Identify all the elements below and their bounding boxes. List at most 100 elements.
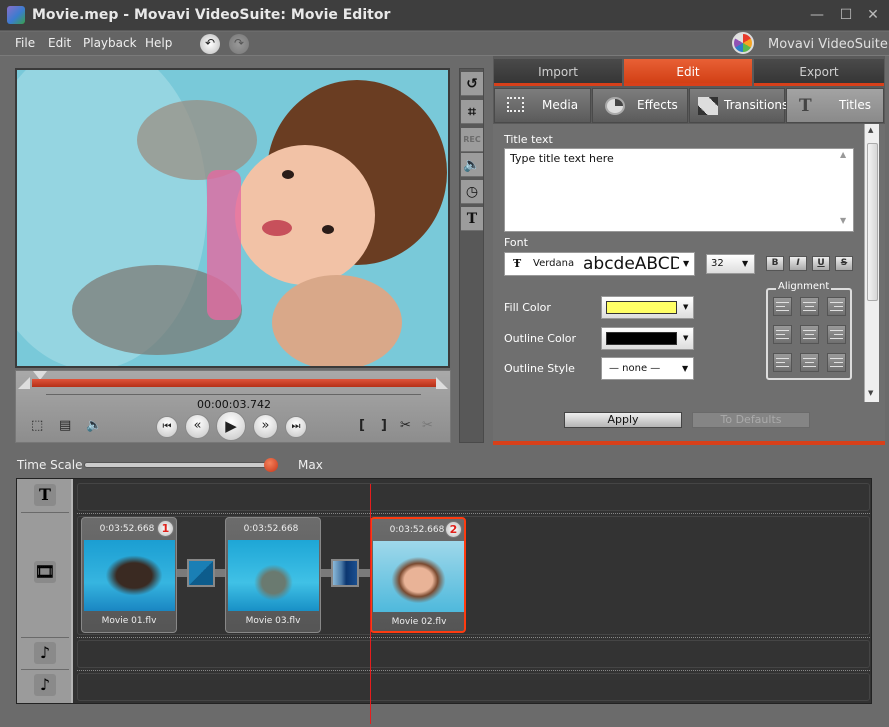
speed-button[interactable]: ◷ xyxy=(461,180,483,204)
clip-2[interactable]: 0:03:52.668 Movie 03.flv xyxy=(225,517,321,633)
play-button[interactable]: ▶ xyxy=(216,411,246,441)
clip-3-selected[interactable]: 0:03:52.668 2 Movie 02.flv xyxy=(370,517,466,633)
clip-name: Movie 01.flv xyxy=(101,616,157,626)
align-top-center-button[interactable] xyxy=(800,297,819,316)
scroll-up-icon[interactable]: ▲ xyxy=(868,126,873,134)
fast-forward-button[interactable]: » xyxy=(253,414,278,439)
side-toolbar: ↺ ⌗ REC 🔈 ◷ T xyxy=(459,68,484,443)
text-button[interactable]: T xyxy=(461,207,483,231)
time-scale-slider[interactable] xyxy=(84,462,274,468)
fill-color-swatch xyxy=(606,301,677,314)
audio-track-2-icon[interactable]: ♪ xyxy=(34,674,56,696)
title-track-icon[interactable]: T xyxy=(34,484,56,506)
menu-file[interactable]: File xyxy=(15,36,35,50)
align-middle-left-button[interactable] xyxy=(773,325,792,344)
mark-out-button[interactable]: ] xyxy=(381,418,387,433)
rewind-button[interactable]: « xyxy=(185,414,210,439)
transition-1[interactable] xyxy=(187,559,215,587)
film-icon[interactable]: ▤ xyxy=(59,418,71,433)
scroll-thumb[interactable] xyxy=(867,143,878,301)
subtab-media-label: Media xyxy=(542,98,579,112)
outline-color-swatch xyxy=(606,332,677,345)
redo-button[interactable]: ↷ xyxy=(229,34,249,54)
menu-playback[interactable]: Playback xyxy=(83,36,137,50)
go-to-start-button[interactable]: ⏮ xyxy=(156,416,178,438)
outline-style-select[interactable]: — none — ▼ xyxy=(601,357,694,380)
undo-button[interactable]: ↶ xyxy=(200,34,220,54)
maximize-button[interactable]: ☐ xyxy=(837,7,855,23)
audio-track-1-icon[interactable]: ♪ xyxy=(34,642,56,664)
title-text-input[interactable]: Type title text here xyxy=(504,148,854,232)
font-type-icon: Ŧ xyxy=(513,257,522,270)
bold-button[interactable]: B xyxy=(766,256,784,271)
chevron-down-icon: ▼ xyxy=(683,334,689,342)
volume-button[interactable]: 🔈 xyxy=(461,153,483,177)
go-to-end-button[interactable]: ⏭ xyxy=(285,416,307,438)
apply-button[interactable]: Apply xyxy=(564,412,682,428)
underline-button[interactable]: U xyxy=(812,256,830,271)
strikethrough-button[interactable]: S xyxy=(835,256,853,271)
subtab-media[interactable]: Media xyxy=(494,88,591,123)
sound-icon[interactable]: 🔈 xyxy=(86,418,102,433)
subtab-effects-label: Effects xyxy=(637,98,678,112)
trim-end-handle[interactable] xyxy=(436,377,448,389)
subtab-titles[interactable]: T Titles xyxy=(786,88,884,123)
close-button[interactable]: ✕ xyxy=(864,7,882,23)
cut-disabled-button[interactable]: ✂ xyxy=(422,418,433,433)
font-size-value: 32 xyxy=(711,258,724,269)
font-size-select[interactable]: 32 ▼ xyxy=(706,254,755,274)
textarea-scroll-up-icon[interactable]: ▲ xyxy=(840,150,846,159)
align-top-right-button[interactable] xyxy=(827,297,846,316)
italic-button[interactable]: I xyxy=(789,256,807,271)
trim-start-handle[interactable] xyxy=(18,377,30,389)
clip-thumbnail xyxy=(228,540,319,611)
clip-1[interactable]: 0:03:52.668 1 Movie 01.flv xyxy=(81,517,177,633)
title-track-lane[interactable] xyxy=(77,483,870,511)
cut-button[interactable]: ✂ xyxy=(400,418,411,433)
alignment-group: Alignment xyxy=(766,281,852,380)
seek-bar[interactable] xyxy=(32,379,436,387)
fill-color-picker[interactable]: ▼ xyxy=(601,296,694,319)
tab-import[interactable]: Import xyxy=(494,59,622,86)
align-middle-center-button[interactable] xyxy=(800,325,819,344)
timeline-playhead[interactable] xyxy=(370,484,371,724)
record-button[interactable]: REC xyxy=(461,128,483,152)
time-display: 00:00:03.742 xyxy=(197,398,271,411)
time-scale-max-label: Max xyxy=(298,458,323,472)
subtab-transitions-label: Transitions xyxy=(724,98,789,112)
rotate-button[interactable]: ↺ xyxy=(461,72,483,96)
clip-badge: 2 xyxy=(445,521,462,538)
textarea-scroll-down-icon[interactable]: ▼ xyxy=(840,216,846,225)
font-select[interactable]: Ŧ Verdana abcdeABCD ▼ xyxy=(504,252,695,276)
menu-bar: File Edit Playback Help ↶ ↷ xyxy=(0,32,889,56)
align-bottom-center-button[interactable] xyxy=(800,353,819,372)
time-scale-knob[interactable] xyxy=(264,458,278,472)
transition-2[interactable] xyxy=(331,559,359,587)
movavi-logo-icon xyxy=(732,32,754,54)
panel-scrollbar[interactable]: ▲ ▼ xyxy=(864,124,879,402)
tab-edit[interactable]: Edit xyxy=(624,59,752,86)
subtab-effects[interactable]: Effects xyxy=(592,88,688,123)
brand-name: Movavi VideoSuite xyxy=(768,37,888,52)
to-defaults-button[interactable]: To Defaults xyxy=(692,412,810,428)
scroll-down-icon[interactable]: ▼ xyxy=(868,389,873,397)
align-bottom-right-button[interactable] xyxy=(827,353,846,372)
font-preview: abcdeABCD xyxy=(583,254,679,274)
tab-export[interactable]: Export xyxy=(754,59,884,86)
align-bottom-left-button[interactable] xyxy=(773,353,792,372)
outline-color-picker[interactable]: ▼ xyxy=(601,327,694,350)
crop-button[interactable]: ⌗ xyxy=(461,100,483,124)
audio-track-2-lane[interactable] xyxy=(77,673,870,701)
menu-help[interactable]: Help xyxy=(145,36,172,50)
align-middle-right-button[interactable] xyxy=(827,325,846,344)
align-top-left-button[interactable] xyxy=(773,297,792,316)
video-track-icon[interactable]: 🎞 xyxy=(34,561,56,583)
fit-screen-icon[interactable]: ⬚ xyxy=(31,418,43,433)
audio-track-1-lane[interactable] xyxy=(77,640,870,668)
menu-edit[interactable]: Edit xyxy=(48,36,71,50)
track-separator xyxy=(21,512,69,513)
mark-in-button[interactable]: [ xyxy=(359,418,365,433)
clip-name: Movie 03.flv xyxy=(245,616,301,626)
minimize-button[interactable]: — xyxy=(808,7,826,23)
subtab-transitions[interactable]: Transitions xyxy=(689,88,789,123)
